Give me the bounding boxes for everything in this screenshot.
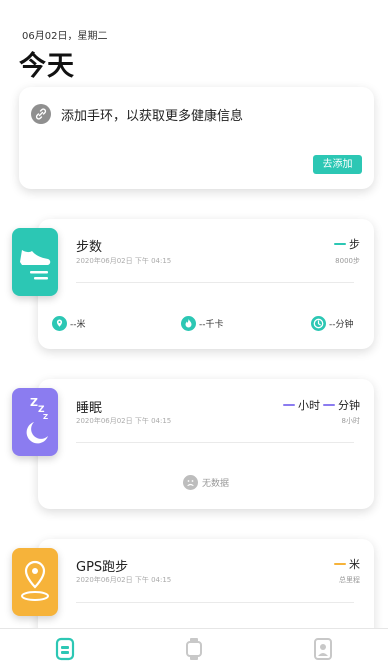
sleep-no-data-text: 无数据 — [201, 479, 229, 489]
gps-unit: 米 — [349, 558, 360, 571]
location-icon — [52, 316, 67, 331]
gps-value-dash — [334, 563, 346, 565]
steps-time: 2020年06月02日 下午 04:15 — [76, 257, 172, 265]
tab-home[interactable] — [0, 629, 129, 669]
steps-card[interactable]: 步数 2020年06月02日 下午 04:15 步 8000步 --米 --千卡… — [38, 219, 374, 349]
sleep-divider — [76, 442, 354, 443]
steps-calories-value: --千卡 — [199, 320, 224, 330]
steps-title: 步数 — [76, 240, 103, 255]
link-icon — [31, 104, 51, 124]
gps-total-label: 总里程 — [339, 576, 360, 584]
steps-distance-value: --米 — [70, 320, 86, 330]
gps-divider — [76, 602, 354, 603]
home-icon — [55, 637, 74, 661]
steps-duration-value: --分钟 — [329, 320, 354, 330]
sleep-goal: 8小时 — [341, 417, 360, 425]
sad-face-icon — [182, 475, 198, 490]
steps-value-dash — [334, 243, 346, 245]
bottom-tab-bar — [0, 628, 388, 669]
steps-value: 步 — [334, 236, 360, 252]
add-bracelet-card: 添加手环，以获取更多健康信息 去添加 — [19, 87, 374, 189]
steps-unit: 步 — [349, 238, 360, 251]
gps-pin-icon — [12, 548, 58, 616]
steps-distance: --米 — [52, 316, 86, 331]
steps-shoe-icon — [12, 228, 58, 296]
sleep-moon-icon: Z Z Z — [12, 388, 58, 456]
svg-text:Z: Z — [30, 396, 38, 409]
profile-icon — [314, 638, 333, 660]
go-add-button[interactable]: 去添加 — [313, 155, 362, 174]
add-bracelet-text: 添加手环，以获取更多健康信息 — [61, 109, 244, 124]
gps-time: 2020年06月02日 下午 04:15 — [76, 576, 172, 584]
steps-calories: --千卡 — [181, 316, 224, 331]
watch-icon — [185, 638, 202, 660]
gps-title: GPS跑步 — [76, 560, 129, 575]
steps-divider — [76, 282, 354, 283]
sleep-no-data: 无数据 — [38, 475, 374, 490]
sleep-hours-dash — [283, 404, 295, 406]
tab-device[interactable] — [129, 629, 258, 669]
flame-icon — [181, 316, 196, 331]
sleep-hours-unit: 小时 — [298, 399, 320, 412]
gps-value: 米 — [334, 556, 360, 572]
steps-duration: --分钟 — [311, 316, 354, 331]
sleep-minutes-unit: 分钟 — [338, 399, 360, 412]
svg-text:Z: Z — [43, 413, 48, 421]
sleep-time: 2020年06月02日 下午 04:15 — [76, 417, 172, 425]
steps-goal: 8000步 — [335, 257, 360, 265]
page-title: 今天 — [19, 51, 75, 82]
sleep-card[interactable]: 睡眠 2020年06月02日 下午 04:15 小时 分钟 8小时 无数据 — [38, 379, 374, 509]
sleep-title: 睡眠 — [76, 401, 103, 416]
date-label: 06月02日，星期二 — [22, 31, 108, 42]
tab-profile[interactable] — [259, 629, 388, 669]
sleep-value: 小时 分钟 — [283, 397, 360, 413]
clock-icon — [311, 316, 326, 331]
sleep-minutes-dash — [323, 404, 335, 406]
